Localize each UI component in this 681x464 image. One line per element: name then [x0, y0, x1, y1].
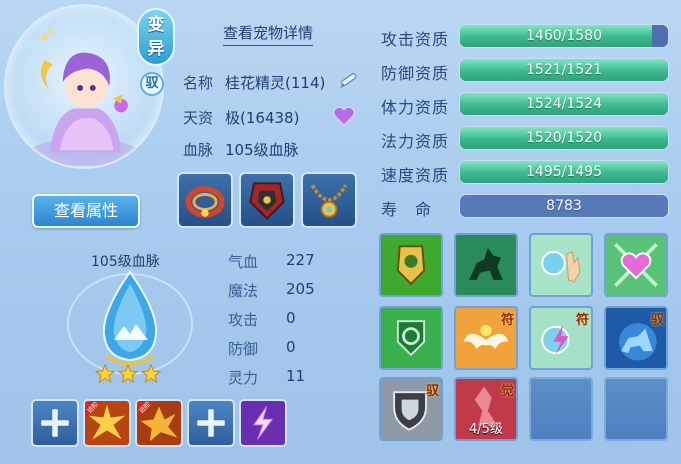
aptitude-value: 1460/1580 [526, 28, 602, 44]
lifespan-bar: 8783 [459, 194, 669, 218]
skill-slot[interactable] [379, 233, 443, 297]
heart-skill-icon [606, 235, 666, 295]
armor-icon [249, 182, 285, 220]
empty-skill-slot[interactable] [529, 377, 593, 441]
skill-slot[interactable]: 符 [454, 306, 518, 370]
edit-icon[interactable] [337, 68, 361, 92]
lifespan-value: 8783 [546, 198, 582, 214]
skill-slot[interactable] [529, 233, 593, 297]
aptitude-value: 1520/1520 [526, 130, 602, 146]
stat-value: 0 [286, 309, 296, 327]
skill-slot[interactable]: 符 [529, 306, 593, 370]
plus-icon [41, 409, 69, 437]
awaken-level: 4/5级 [469, 422, 503, 437]
shield-skill-icon [381, 235, 441, 295]
name-row: 名称 桂花精灵(114) [183, 72, 325, 93]
add-slot-button[interactable] [187, 399, 235, 447]
beast-skill-icon [456, 235, 516, 295]
view-pet-details-link[interactable]: 查看宠物详情 [223, 22, 314, 46]
aptitude-label: 体力资质 [381, 98, 450, 117]
green-shield-skill-icon [381, 308, 441, 368]
lifespan-label: 寿 命 [381, 200, 433, 219]
skill-slot[interactable] [454, 233, 518, 297]
charm-tag: 符 [500, 313, 514, 328]
lightning-item-slot[interactable] [239, 399, 287, 447]
plus-icon [197, 409, 225, 437]
charm-tag: 符 [575, 313, 589, 328]
stat-label: 灵力 [228, 369, 259, 387]
aptitude-value: 1495/1495 [526, 164, 602, 180]
awaken-tag: 觉 [500, 384, 514, 399]
stat-label: 气血 [228, 253, 259, 271]
bloodline-label: 血脉 [183, 141, 214, 159]
stat-label: 魔法 [228, 282, 259, 300]
view-attributes-button[interactable]: 查看属性 [32, 194, 140, 228]
stat-value: 0 [286, 338, 296, 356]
aptitude-bar: 1524/1524 [459, 92, 669, 116]
equipment-slot-collar[interactable] [177, 172, 233, 228]
hand-orb-skill-icon [531, 235, 591, 295]
name-value: 桂花精灵(114) [225, 74, 326, 92]
aptitude-bar: 1460/1580 [459, 24, 669, 48]
heart-icon[interactable] [333, 106, 355, 126]
skill-slot[interactable]: 驭 [379, 377, 443, 441]
skill-slot[interactable]: 驭 [604, 306, 668, 370]
talent-row: 天资 极(16438) [183, 107, 299, 128]
stat-label: 防御 [228, 340, 259, 358]
stat-value: 11 [286, 367, 306, 385]
skill-slot[interactable]: 觉 4/5级 [454, 377, 518, 441]
talent-value: 极(16438) [225, 109, 300, 127]
tamed-tag: 驭 [425, 384, 439, 399]
burst-icon: 进阶 [137, 401, 181, 445]
bloodline-value: 105级血脉 [225, 141, 299, 159]
aptitude-bar: 1520/1520 [459, 126, 669, 150]
advance-item-slot[interactable]: 进阶 [135, 399, 183, 447]
add-slot-button[interactable] [31, 399, 79, 447]
star-rating [94, 363, 162, 384]
tamed-badge: 驭 [140, 72, 164, 96]
aptitude-bar: 1495/1495 [459, 160, 669, 184]
aptitude-value: 1521/1521 [526, 62, 602, 78]
stat-value: 227 [286, 251, 315, 269]
empty-skill-slot[interactable] [604, 377, 668, 441]
skill-slot[interactable] [604, 233, 668, 297]
advance-item-slot[interactable]: 进阶 [83, 399, 131, 447]
talent-label: 天资 [183, 109, 214, 127]
aptitude-label: 攻击资质 [381, 30, 450, 49]
star-icon [94, 363, 116, 384]
name-label: 名称 [183, 74, 214, 92]
stat-label: 攻击 [228, 311, 259, 329]
star-icon [140, 363, 162, 384]
aptitude-label: 防御资质 [381, 64, 450, 83]
aptitude-label: 法力资质 [381, 132, 450, 151]
aptitude-bar: 1521/1521 [459, 58, 669, 82]
variant-badge: 变异 [137, 8, 175, 66]
burst-icon: 进阶 [85, 401, 129, 445]
equipment-slot-necklace[interactable] [301, 172, 357, 228]
aptitude-value: 1524/1524 [526, 96, 602, 112]
collar-icon [185, 186, 225, 218]
lightning-icon [241, 401, 285, 445]
tamed-tag: 驭 [650, 313, 664, 328]
star-icon [117, 363, 139, 384]
stat-value: 205 [286, 280, 315, 298]
aptitude-label: 速度资质 [381, 166, 450, 185]
bloodline-row: 血脉 105级血脉 [183, 139, 299, 160]
equipment-slot-armor[interactable] [239, 172, 295, 228]
necklace-icon [310, 184, 348, 218]
skill-slot[interactable] [379, 306, 443, 370]
